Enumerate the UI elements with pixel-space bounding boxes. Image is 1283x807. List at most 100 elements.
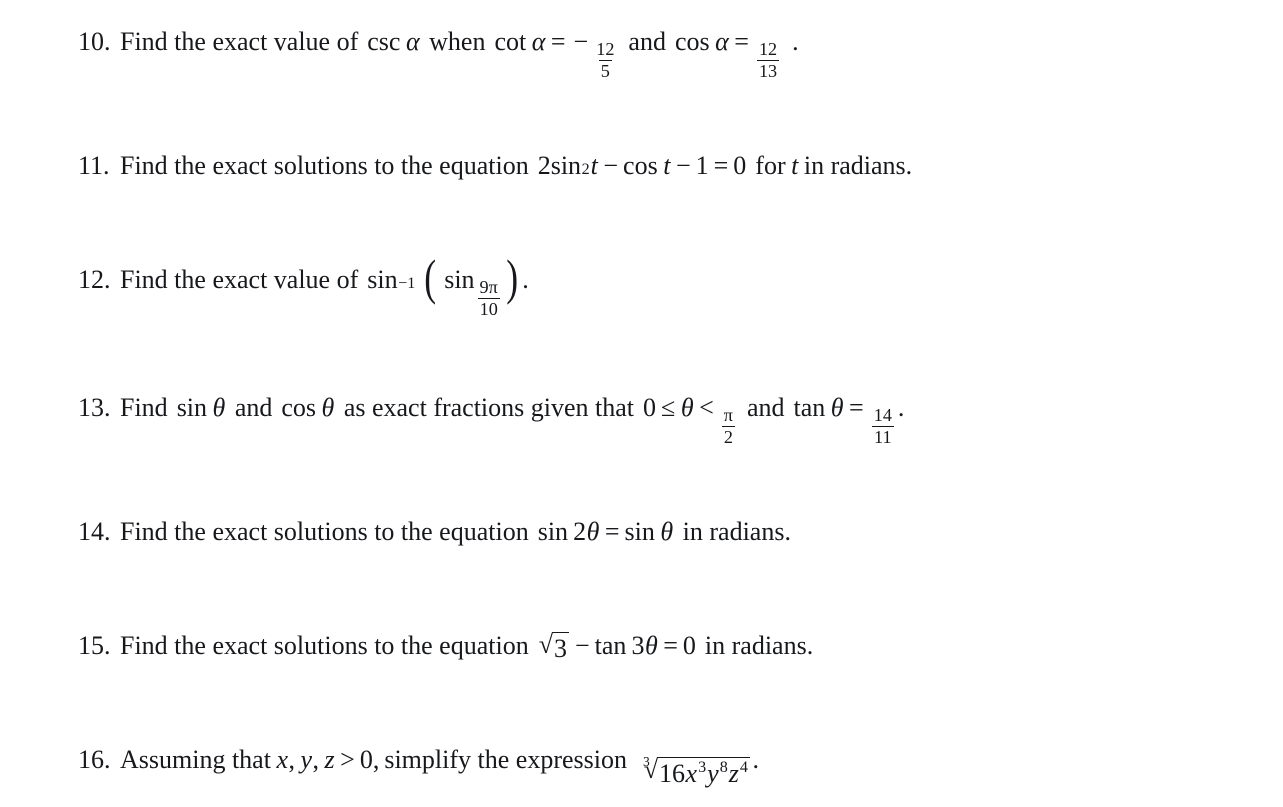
- variable-t: t: [791, 151, 799, 180]
- problem-item-13: 13. Find sin θ and cos θ as exact fracti…: [78, 393, 1263, 446]
- exponent-3: 3: [698, 759, 707, 777]
- variable-theta: θ: [586, 517, 600, 546]
- problem-number: 14.: [78, 517, 111, 546]
- problem-item-15: 15. Find the exact solutions to the equa…: [78, 630, 1263, 663]
- fraction-denominator: 11: [872, 425, 894, 447]
- problem-lead-text: Find the exact value of: [120, 27, 359, 56]
- comma: ,: [288, 745, 296, 774]
- problem-item-11: 11. Find the exact solutions to the equa…: [78, 151, 1263, 180]
- fraction-pi-over-2: π 2: [721, 405, 735, 447]
- variable-theta: θ: [212, 393, 226, 422]
- problem-item-12: 12. Find the exact value of sin −1 ( sin …: [78, 249, 1263, 319]
- variable-t: t: [590, 151, 598, 180]
- fraction-numerator: 12: [758, 39, 778, 60]
- variable-x: x: [685, 759, 698, 788]
- connector-and: and: [234, 393, 273, 422]
- problem-number: 13.: [78, 393, 111, 422]
- problem-body: Find the exact value of sin −1 ( sin 9π 1…: [120, 249, 529, 319]
- function-sin: sin: [176, 393, 208, 422]
- fraction-denominator: 5: [598, 59, 612, 81]
- variable-y: y: [707, 759, 719, 788]
- function-csc: csc: [367, 27, 401, 56]
- variable-x: x: [276, 745, 288, 774]
- problem-lead-text: Find: [120, 393, 168, 422]
- function-tan: tan: [594, 631, 627, 660]
- problem-mid-text: simplify the expression: [384, 745, 627, 774]
- variable-theta: θ: [680, 393, 694, 422]
- problem-item-16: 16. Assuming that x, y, z > 0, simplify …: [78, 746, 1263, 787]
- coefficient-2: 2: [537, 151, 551, 180]
- constant-0: 0: [733, 151, 747, 180]
- square-root-radical: √ 3: [538, 630, 569, 663]
- worksheet-page: 10. Find the exact value of csc α when c…: [0, 0, 1283, 807]
- fraction-numerator: 12: [596, 39, 615, 60]
- relation-equals: =: [550, 27, 566, 56]
- variable-y: y: [300, 745, 313, 774]
- relation-less-than: <: [699, 393, 714, 422]
- problem-item-14: 14. Find the exact solutions to the equa…: [78, 517, 1263, 546]
- exponent-8: 8: [719, 759, 728, 777]
- problem-lead-text: Find the exact solutions to the equation: [120, 517, 529, 546]
- radical-sign-icon: √: [538, 630, 553, 660]
- tail-in-radians: in radians.: [682, 517, 791, 546]
- constant-0: 0: [682, 631, 696, 660]
- tail-for: for: [755, 151, 786, 180]
- problem-number: 11.: [78, 151, 110, 180]
- problem-lead-text: Assuming that: [120, 745, 271, 774]
- radicand: 3: [552, 632, 569, 663]
- sentence-period: .: [522, 265, 529, 294]
- problem-lead-text: Find the exact solutions to the equation: [120, 631, 529, 660]
- tail-in-radians: in radians.: [704, 631, 814, 660]
- minus-sign: −: [575, 631, 590, 660]
- coefficient-3: 3: [631, 631, 645, 660]
- function-sin: sin: [624, 517, 655, 546]
- sentence-period: .: [792, 27, 799, 56]
- relation-equals: =: [663, 631, 678, 660]
- function-tan: tan: [793, 393, 826, 422]
- variable-alpha: α: [715, 27, 729, 56]
- function-arcsin: sin: [367, 265, 398, 294]
- constant-0: 0: [643, 393, 657, 422]
- problem-body: Find sin θ and cos θ as exact fractions …: [120, 393, 1263, 446]
- problem-number: 10.: [78, 27, 111, 56]
- connector-and: and: [746, 393, 785, 422]
- variable-t: t: [663, 151, 671, 180]
- problem-body: Assuming that x, y, z > 0, simplify the …: [120, 746, 1263, 787]
- function-sin: sin: [444, 265, 475, 294]
- variable-theta: θ: [830, 393, 844, 422]
- variable-alpha: α: [531, 27, 546, 56]
- sentence-period: .: [752, 745, 759, 774]
- fraction-numerator: π: [723, 405, 733, 426]
- problem-lead-text: Find the exact solutions to the equation: [120, 151, 529, 180]
- radicand-coefficient: 16: [659, 759, 686, 788]
- fraction-14-over-11: 14 11: [872, 405, 894, 447]
- fraction-12-over-5: 12 5: [594, 39, 616, 81]
- connector-and: and: [628, 27, 666, 56]
- function-cos: cos: [281, 393, 317, 422]
- problem-number: 16.: [78, 745, 111, 774]
- fraction-numerator: 14: [873, 405, 892, 426]
- relation-equals: =: [849, 393, 864, 422]
- variable-z: z: [728, 759, 739, 788]
- variable-alpha: α: [405, 27, 420, 56]
- tail-in-radians: in radians.: [803, 151, 913, 180]
- problem-body: Find the exact solutions to the equation…: [120, 630, 1263, 663]
- problem-item-10: 10. Find the exact value of csc α when c…: [78, 27, 1263, 80]
- fraction-denominator: 2: [721, 425, 735, 447]
- fraction-numerator: 9π: [479, 277, 498, 298]
- connector-when: when: [429, 27, 486, 56]
- function-cos: cos: [623, 151, 658, 180]
- problem-body: Find the exact solutions to the equation…: [120, 151, 913, 180]
- problem-body: Find the exact value of csc α when cot α…: [120, 27, 1263, 80]
- fraction-denominator: 10: [477, 297, 500, 319]
- variable-theta: θ: [644, 631, 658, 660]
- minus-sign: −: [573, 27, 589, 56]
- cube-root-radical: 3 √ 16x3y8z4: [637, 754, 751, 788]
- radicand: 16x3y8z4: [657, 757, 751, 788]
- exponent-4: 4: [739, 759, 748, 777]
- problem-body: Find the exact solutions to the equation…: [120, 517, 1263, 546]
- sentence-period: .: [897, 393, 905, 422]
- variable-theta: θ: [321, 393, 335, 422]
- function-sin: sin: [537, 517, 569, 546]
- problem-number: 15.: [78, 631, 111, 660]
